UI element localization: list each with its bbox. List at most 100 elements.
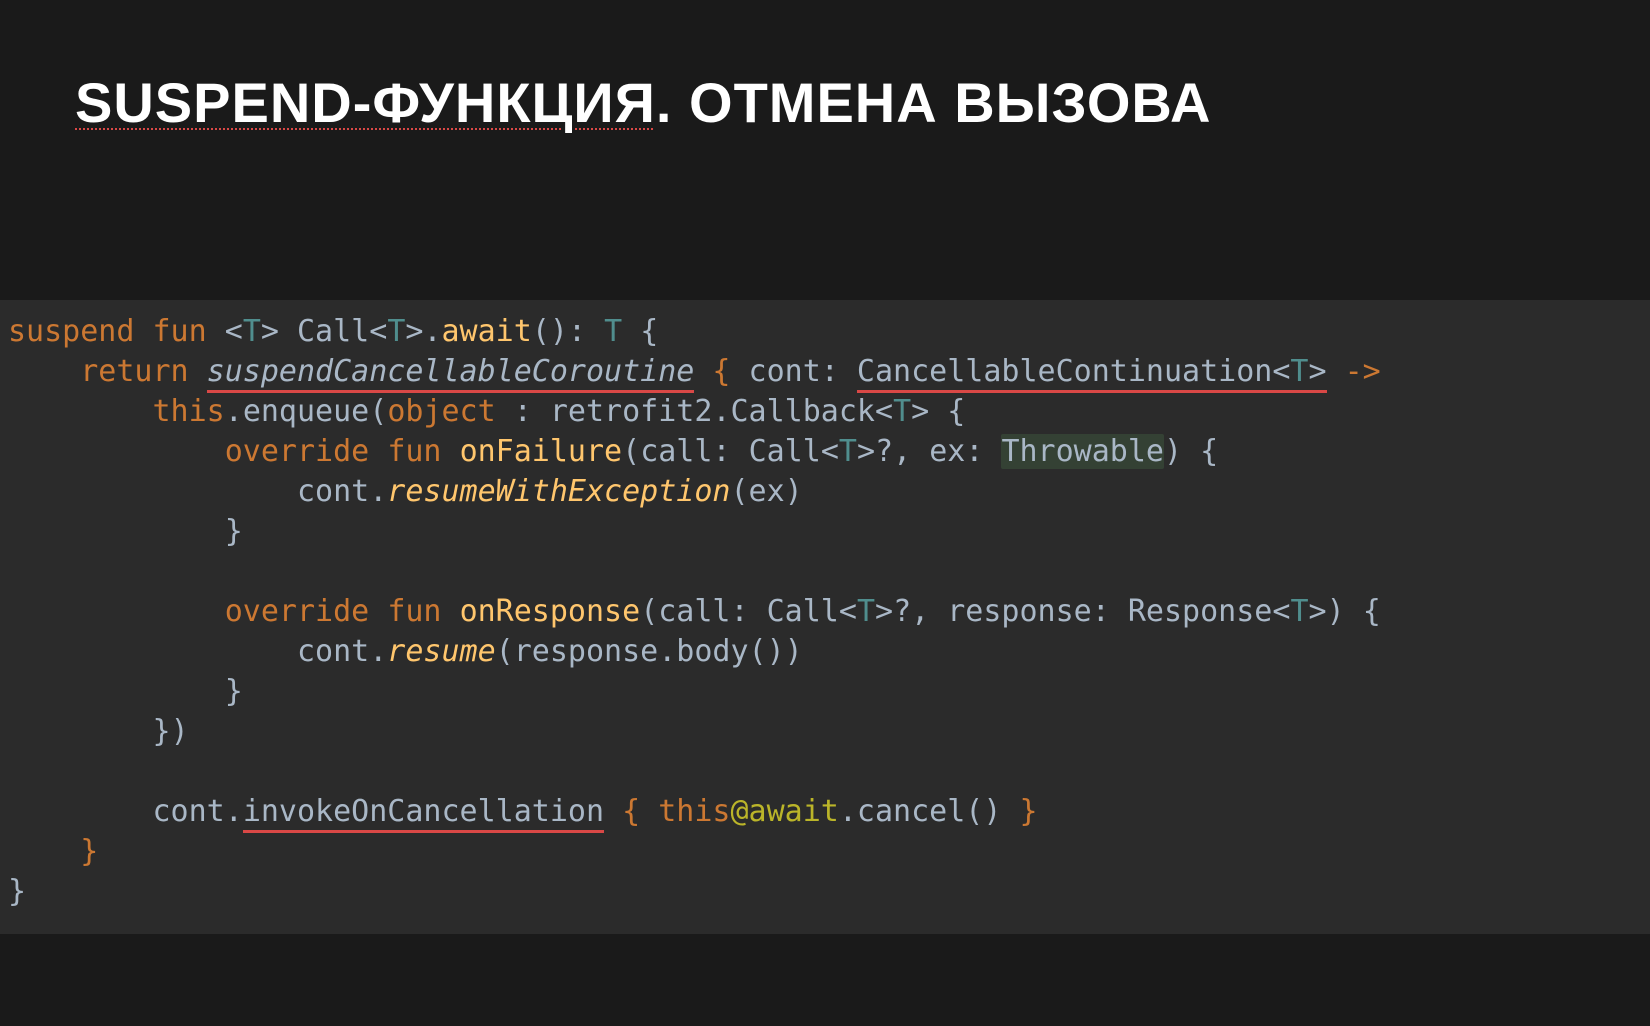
punct-colon: :: [514, 394, 532, 429]
punct-gt: >: [1309, 594, 1327, 629]
punct-lbrace: {: [712, 354, 730, 389]
punct-lt: <: [369, 314, 387, 349]
punct-rparen: ): [550, 314, 568, 349]
punct-gt: >: [405, 314, 423, 349]
id-cont: cont: [153, 794, 225, 829]
fn-invokeOnCancellation: invokeOnCancellation: [243, 794, 604, 833]
punct-lbrace: {: [947, 394, 965, 429]
punct-dot: .: [369, 474, 387, 509]
punct-lt: <: [1272, 594, 1290, 629]
id-ex: ex: [749, 474, 785, 509]
punct-rbrace: }: [80, 834, 98, 869]
title-part1: SUSPEND-ФУНКЦИЯ: [75, 71, 656, 134]
tparam-T: T: [1290, 354, 1308, 389]
punct-colon: :: [1092, 594, 1110, 629]
punct-lparen: (: [730, 474, 748, 509]
tparam-T: T: [893, 394, 911, 429]
punct-rbrace: }: [153, 714, 171, 749]
punct-lparen: (: [749, 634, 767, 669]
id-Throwable: Throwable: [1001, 434, 1164, 469]
punct-rparen: ): [983, 794, 1001, 829]
kw-fun: fun: [387, 594, 441, 629]
fn-onFailure: onFailure: [460, 434, 623, 469]
id-call: call: [658, 594, 730, 629]
punct-dot: .: [423, 314, 441, 349]
tparam-T: T: [857, 594, 875, 629]
punct-lt: <: [821, 434, 839, 469]
kw-override: override: [225, 594, 370, 629]
punct-lparen: (: [532, 314, 550, 349]
id-retrofit2: retrofit2: [550, 394, 713, 429]
tparam-T: T: [604, 314, 622, 349]
punct-lt: <: [839, 594, 857, 629]
punct-lbrace: {: [1200, 434, 1218, 469]
id-Call: Call: [297, 314, 369, 349]
punct-gt: >: [875, 594, 893, 629]
id-Response: Response: [1128, 594, 1273, 629]
tparam-T: T: [839, 434, 857, 469]
id-body: body: [676, 634, 748, 669]
title-part2: ОТМЕНА ВЫЗОВА: [689, 71, 1211, 134]
punct-qmark: ?: [893, 594, 911, 629]
kw-this: this: [658, 794, 730, 829]
punct-dot: .: [712, 394, 730, 429]
code-snippet: suspend fun <T> Call<T>.await(): T { ret…: [0, 300, 1650, 934]
punct-lbrace: {: [622, 794, 640, 829]
punct-lbrace: {: [640, 314, 658, 349]
punct-rparen: ): [767, 634, 785, 669]
punct-colon: :: [712, 434, 730, 469]
punct-dot: .: [225, 394, 243, 429]
punct-rparen: ): [1327, 594, 1345, 629]
punct-colon: :: [965, 434, 983, 469]
punct-colon: :: [568, 314, 586, 349]
kw-fun: fun: [153, 314, 207, 349]
tparam-T: T: [243, 314, 261, 349]
slide-root: SUSPEND-ФУНКЦИЯ. ОТМЕНА ВЫЗОВА suspend f…: [0, 0, 1650, 1026]
punct-rbrace: }: [225, 674, 243, 709]
at-await: @await: [730, 794, 838, 829]
punct-lt: <: [1272, 354, 1290, 389]
fn-onResponse: onResponse: [460, 594, 641, 629]
punct-comma: ,: [911, 594, 929, 629]
fn-await: await: [442, 314, 532, 349]
kw-override: override: [225, 434, 370, 469]
id-cancel: cancel: [857, 794, 965, 829]
punct-dot: .: [839, 794, 857, 829]
punct-lparen: (: [622, 434, 640, 469]
punct-gt: >: [261, 314, 279, 349]
fn-resumeWithException: resumeWithException: [387, 474, 730, 509]
id-Call: Call: [749, 434, 821, 469]
tparam-T: T: [387, 314, 405, 349]
id-CancellableContinuation: CancellableContinuation: [857, 354, 1272, 389]
tparam-T: T: [1290, 594, 1308, 629]
punct-lbrace: {: [1363, 594, 1381, 629]
punct-dot: .: [369, 634, 387, 669]
punct-rparen: ): [785, 634, 803, 669]
punct-rbrace: }: [8, 874, 26, 909]
punct-lt: <: [875, 394, 893, 429]
title-dot: .: [656, 71, 689, 134]
punct-lparen: (: [369, 394, 387, 429]
punct-gt: >: [1308, 354, 1326, 389]
punct-comma: ,: [893, 434, 911, 469]
kw-this: this: [153, 394, 225, 429]
kw-object: object: [387, 394, 495, 429]
id-Call: Call: [767, 594, 839, 629]
punct-gt: >: [857, 434, 875, 469]
id-enqueue: enqueue: [243, 394, 369, 429]
punct-colon: :: [821, 354, 839, 389]
punct-lparen: (: [965, 794, 983, 829]
kw-return: return: [80, 354, 188, 389]
punct-colon: :: [731, 594, 749, 629]
fn-suspendCancellableCoroutine: suspendCancellableCoroutine: [207, 354, 695, 393]
punct-lparen: (: [640, 594, 658, 629]
id-cont: cont: [297, 634, 369, 669]
id-ex: ex: [929, 434, 965, 469]
arrow: ->: [1345, 354, 1381, 389]
kw-fun: fun: [387, 434, 441, 469]
id-cont: cont: [749, 354, 821, 389]
kw-suspend: suspend: [8, 314, 134, 349]
punct-lt: <: [225, 314, 243, 349]
id-call: call: [640, 434, 712, 469]
id-Callback: Callback: [731, 394, 876, 429]
